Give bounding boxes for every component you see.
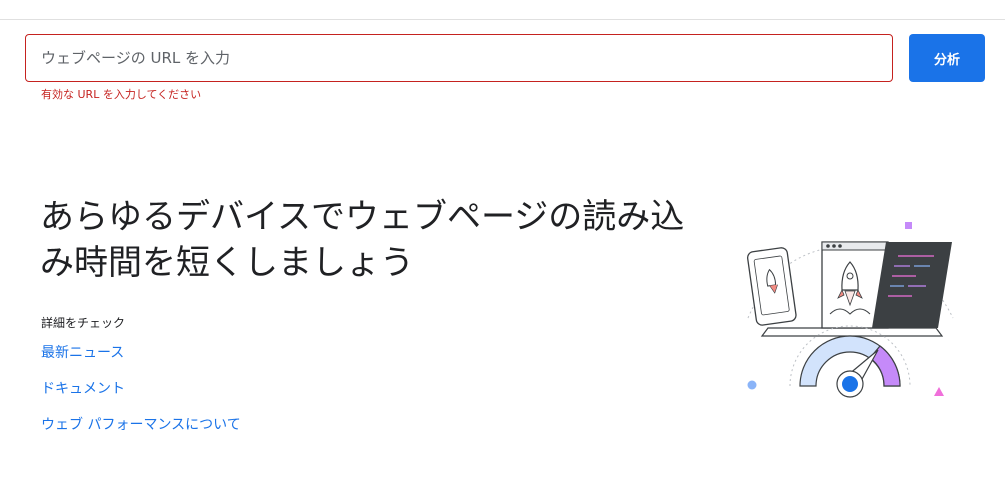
url-error-message: 有効な URL を入力してください bbox=[41, 88, 202, 101]
latest-news-link[interactable]: 最新ニュース bbox=[41, 342, 124, 362]
about-web-performance-link[interactable]: ウェブ パフォーマンスについて bbox=[41, 414, 241, 434]
hero-title: あらゆるデバイスでウェブページの読み込み時間を短くしましょう bbox=[40, 197, 685, 283]
learn-more-heading: 詳細をチェック bbox=[41, 316, 126, 330]
analyze-button[interactable]: 分析 bbox=[909, 34, 985, 82]
top-divider bbox=[0, 19, 1005, 20]
documentation-link[interactable]: ドキュメント bbox=[41, 378, 125, 398]
rocket-speed-gauge-icon bbox=[746, 222, 954, 398]
url-input[interactable] bbox=[25, 34, 893, 82]
